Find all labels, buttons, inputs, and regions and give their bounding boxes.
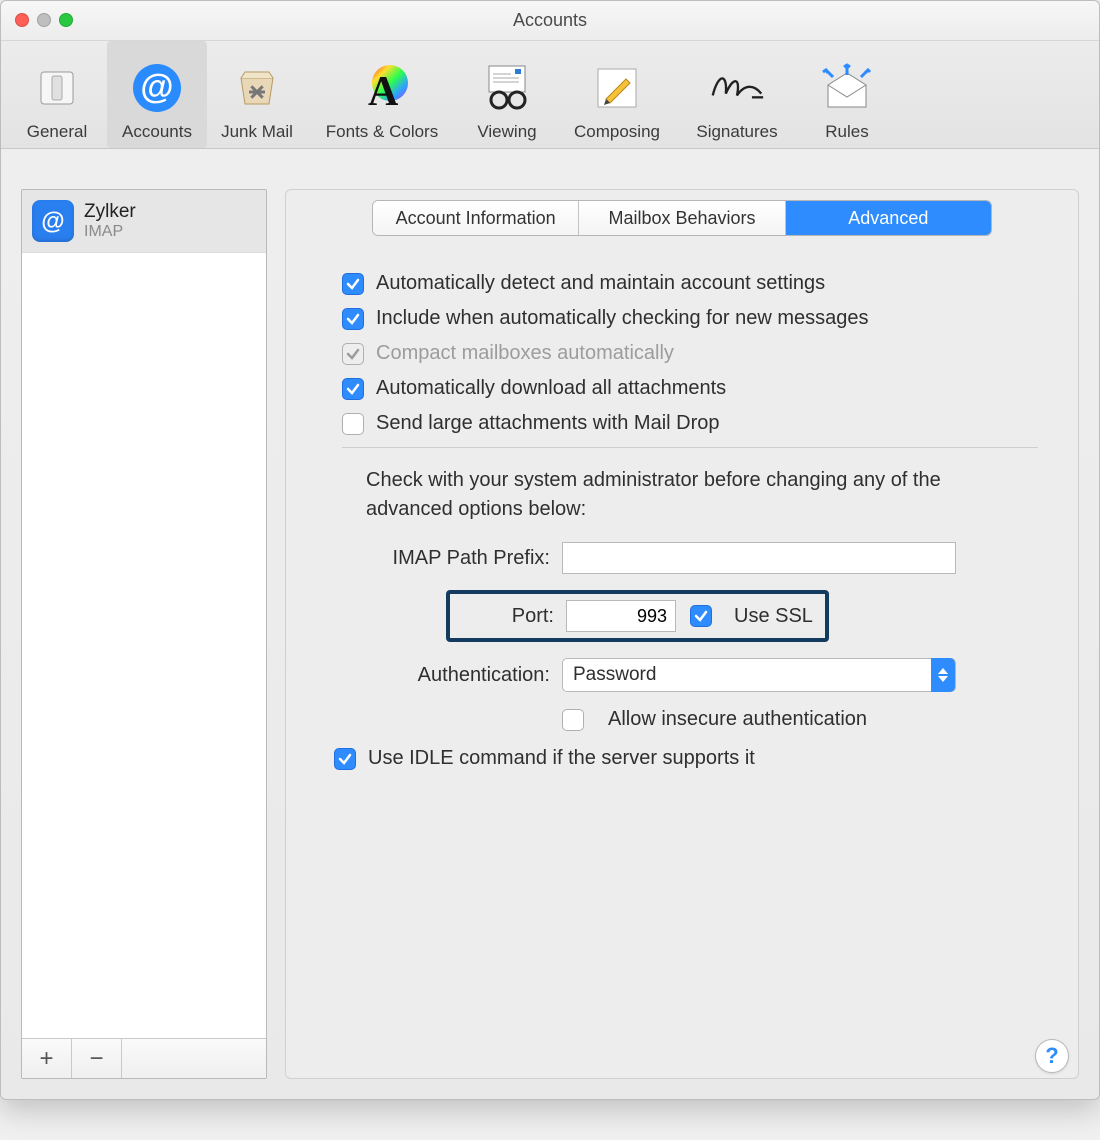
advanced-instruction: Check with your system administrator bef… xyxy=(366,466,986,524)
port-ssl-highlight: Port: Use SSL xyxy=(446,590,829,642)
toolbar-label: Accounts xyxy=(122,122,192,142)
select-arrows-icon xyxy=(931,658,955,692)
toolbar-item-general[interactable]: General xyxy=(7,41,107,148)
viewing-icon xyxy=(479,60,535,116)
minimize-window-button[interactable] xyxy=(37,13,51,27)
zoom-window-button[interactable] xyxy=(59,13,73,27)
help-button[interactable]: ? xyxy=(1035,1039,1069,1073)
sidebar-footer: + − xyxy=(22,1038,266,1078)
mail-drop-row: Send large attachments with Mail Drop xyxy=(342,412,1038,435)
use-idle-row: Use IDLE command if the server supports … xyxy=(334,747,1038,770)
allow-insecure-label: Allow insecure authentication xyxy=(608,708,867,731)
svg-text:@: @ xyxy=(140,68,173,106)
compact-checkbox xyxy=(342,343,364,365)
help-button-container: ? xyxy=(1035,1039,1069,1073)
use-ssl-label: Use SSL xyxy=(734,605,813,628)
port-input[interactable] xyxy=(566,600,676,632)
allow-insecure-row: Allow insecure authentication xyxy=(342,708,1038,731)
auto-download-checkbox[interactable] xyxy=(342,378,364,400)
window-title: Accounts xyxy=(1,10,1099,31)
content-area: @ Zylker IMAP + − Account Information Ma… xyxy=(1,169,1099,1099)
at-sign-icon: @ xyxy=(32,200,74,242)
accounts-sidebar: @ Zylker IMAP + − xyxy=(21,189,267,1079)
toolbar-item-junk[interactable]: Junk Mail xyxy=(207,41,307,148)
toolbar-item-viewing[interactable]: Viewing xyxy=(457,41,557,148)
toolbar-label: Viewing xyxy=(477,122,536,142)
rules-icon xyxy=(819,60,875,116)
authentication-row: Authentication: Password xyxy=(342,658,1038,692)
signatures-icon xyxy=(709,60,765,116)
toolbar-label: Rules xyxy=(825,122,868,142)
divider xyxy=(342,447,1038,448)
account-protocol: IMAP xyxy=(84,223,136,241)
port-label: Port: xyxy=(456,605,566,628)
include-check-checkbox[interactable] xyxy=(342,308,364,330)
auto-download-row: Automatically download all attachments xyxy=(342,377,1038,400)
general-icon xyxy=(29,60,85,116)
tab-mailbox-behaviors[interactable]: Mailbox Behaviors xyxy=(579,201,785,235)
mail-drop-label: Send large attachments with Mail Drop xyxy=(376,412,720,435)
allow-insecure-checkbox[interactable] xyxy=(562,709,584,731)
toolbar-item-rules[interactable]: Rules xyxy=(797,41,897,148)
include-check-row: Include when automatically checking for … xyxy=(342,307,1038,330)
close-window-button[interactable] xyxy=(15,13,29,27)
authentication-value: Password xyxy=(573,664,656,686)
advanced-options: Automatically detect and maintain accoun… xyxy=(286,236,1078,792)
toolbar-label: General xyxy=(27,122,87,142)
svg-text:@: @ xyxy=(41,208,64,235)
fonts-colors-icon: A xyxy=(354,60,410,116)
svg-text:A: A xyxy=(368,69,399,113)
titlebar: Accounts xyxy=(1,1,1099,41)
sidebar-footer-spacer xyxy=(122,1039,266,1078)
traffic-lights xyxy=(15,13,73,27)
imap-prefix-row: IMAP Path Prefix: xyxy=(342,542,1038,574)
remove-account-button[interactable]: − xyxy=(72,1039,122,1078)
add-account-button[interactable]: + xyxy=(22,1039,72,1078)
toolbar-item-accounts[interactable]: @ Accounts xyxy=(107,41,207,148)
tab-advanced[interactable]: Advanced xyxy=(786,201,991,235)
use-idle-label: Use IDLE command if the server supports … xyxy=(368,747,755,770)
account-tabs: Account Information Mailbox Behaviors Ad… xyxy=(372,200,992,236)
auto-download-label: Automatically download all attachments xyxy=(376,377,726,400)
compact-label: Compact mailboxes automatically xyxy=(376,342,674,365)
mail-drop-checkbox[interactable] xyxy=(342,413,364,435)
account-panel: Account Information Mailbox Behaviors Ad… xyxy=(285,189,1079,1079)
compact-row: Compact mailboxes automatically xyxy=(342,342,1038,365)
accounts-list: @ Zylker IMAP xyxy=(22,190,266,1038)
preferences-window: Accounts General @ Accounts xyxy=(0,0,1100,1100)
auto-detect-label: Automatically detect and maintain accoun… xyxy=(376,272,825,295)
use-idle-checkbox[interactable] xyxy=(334,748,356,770)
authentication-label: Authentication: xyxy=(342,664,562,687)
composing-icon xyxy=(589,60,645,116)
account-name: Zylker xyxy=(84,202,136,223)
auto-detect-checkbox[interactable] xyxy=(342,273,364,295)
tab-account-information[interactable]: Account Information xyxy=(373,201,579,235)
imap-prefix-input[interactable] xyxy=(562,542,956,574)
accounts-at-icon: @ xyxy=(129,60,185,116)
authentication-select[interactable]: Password xyxy=(562,658,956,692)
imap-prefix-label: IMAP Path Prefix: xyxy=(342,547,562,570)
prefs-toolbar: General @ Accounts Junk Ma xyxy=(1,41,1099,149)
toolbar-label: Signatures xyxy=(696,122,777,142)
account-row[interactable]: @ Zylker IMAP xyxy=(22,190,266,253)
junk-icon xyxy=(229,60,285,116)
auto-detect-row: Automatically detect and maintain accoun… xyxy=(342,272,1038,295)
toolbar-label: Fonts & Colors xyxy=(326,122,438,142)
use-ssl-checkbox[interactable] xyxy=(690,605,712,627)
toolbar-item-fonts-colors[interactable]: A Fonts & Colors xyxy=(307,41,457,148)
toolbar-item-signatures[interactable]: Signatures xyxy=(677,41,797,148)
toolbar-label: Junk Mail xyxy=(221,122,293,142)
include-check-label: Include when automatically checking for … xyxy=(376,307,868,330)
toolbar-item-composing[interactable]: Composing xyxy=(557,41,677,148)
toolbar-label: Composing xyxy=(574,122,660,142)
